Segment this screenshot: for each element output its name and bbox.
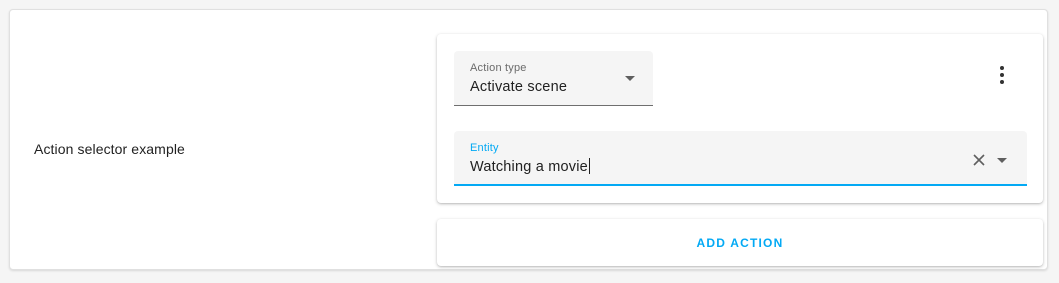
menu-down-icon — [625, 76, 635, 81]
action-type-value: Activate scene — [470, 79, 568, 95]
close-icon[interactable] — [972, 153, 986, 167]
text-caret — [588, 158, 590, 174]
add-action-button[interactable]: ADD ACTION — [437, 219, 1043, 266]
dots-vertical-icon — [1000, 80, 1004, 84]
action-card: Action type Activate scene Entity Watchi… — [437, 34, 1043, 203]
menu-down-icon[interactable] — [997, 158, 1007, 163]
dots-vertical-icon — [1000, 66, 1004, 70]
entity-value-wrap[interactable]: Watching a movie — [470, 158, 590, 175]
add-action-card: ADD ACTION — [437, 219, 1043, 266]
entity-combobox[interactable]: Entity Watching a movie — [454, 131, 1027, 186]
entity-label: Entity — [470, 142, 499, 154]
more-options-button[interactable] — [990, 62, 1014, 88]
action-type-label: Action type — [470, 62, 527, 74]
row-label: Action selector example — [34, 141, 185, 157]
selector-card: Action selector example Action type Acti… — [9, 9, 1048, 270]
entity-input-value[interactable]: Watching a movie — [470, 159, 588, 175]
action-type-select[interactable]: Action type Activate scene — [454, 51, 653, 106]
dots-vertical-icon — [1000, 73, 1004, 77]
